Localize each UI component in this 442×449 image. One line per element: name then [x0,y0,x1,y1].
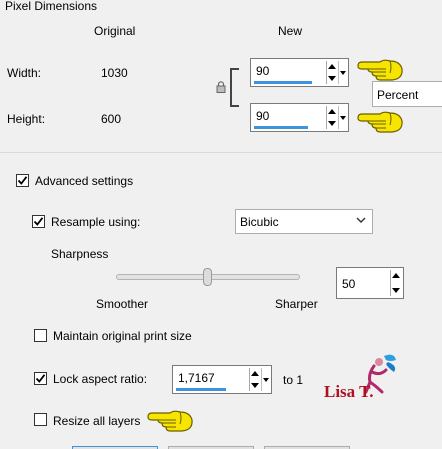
width-new-input[interactable]: 90 [250,58,349,87]
sharpness-smoother-label: Smoother [96,297,149,311]
width-spin-arrows[interactable] [326,61,337,84]
resample-method-value: Bicubic [240,215,279,229]
aspect-ratio-input[interactable]: 1,7167 [172,365,272,394]
height-spin-arrows[interactable] [326,106,337,129]
column-new-header: New [278,24,303,38]
chevron-down-icon [356,217,366,223]
advanced-settings-checkbox[interactable] [16,174,29,187]
width-dropdown-arrow-icon[interactable] [338,61,347,84]
lock-icon[interactable] [216,81,226,93]
width-original-value: 1030 [101,66,128,80]
resize-all-layers-label: Resize all layers [53,414,141,428]
lock-aspect-ratio-checkbox[interactable] [34,372,47,385]
aspect-ratio-suffix: to 1 [283,373,304,387]
resample-checkbox[interactable] [32,215,45,228]
watermark-logo: Lisa T. [322,352,402,407]
height-new-value: 90 [256,109,270,123]
pointing-hand-icon [146,408,194,437]
width-new-value: 90 [256,64,270,78]
sharpness-input[interactable]: 50 [336,267,404,299]
pixel-dimensions-title: Pixel Dimensions [5,0,98,13]
height-new-input[interactable]: 90 [250,103,349,132]
height-input-indicator [254,126,308,129]
pointing-hand-icon [356,57,404,86]
aspect-input-indicator [176,388,226,391]
height-label: Height: [7,112,46,126]
sharpness-label: Sharpness [51,247,109,261]
advanced-settings-label: Advanced settings [35,174,134,188]
height-original-value: 600 [101,112,122,126]
maintain-print-size-checkbox[interactable] [34,329,47,342]
aspect-spin-arrows[interactable] [249,368,260,391]
aspect-dropdown-arrow-icon[interactable] [261,368,270,391]
units-value: Percent [377,88,419,102]
sharpness-value: 50 [342,277,356,291]
section-divider [0,152,442,153]
width-input-indicator [254,81,312,84]
sharpness-sharper-label: Sharper [275,297,318,311]
watermark-text: Lisa T. [324,382,374,401]
resample-method-dropdown[interactable]: Bicubic [235,209,373,234]
lock-aspect-ratio-label: Lock aspect ratio: [53,372,148,386]
column-original-header: Original [94,24,136,38]
pointing-hand-icon [356,109,404,138]
resample-label: Resample using: [51,215,141,229]
height-dropdown-arrow-icon[interactable] [338,106,347,129]
width-label: Width: [7,66,42,80]
sharpness-slider-thumb[interactable] [203,268,212,286]
aspect-ratio-value: 1,7167 [178,371,215,385]
sharpness-spin-arrows[interactable] [390,270,401,296]
resize-all-layers-checkbox[interactable] [34,413,47,426]
link-bracket [230,68,239,107]
maintain-print-size-label: Maintain original print size [53,329,192,343]
